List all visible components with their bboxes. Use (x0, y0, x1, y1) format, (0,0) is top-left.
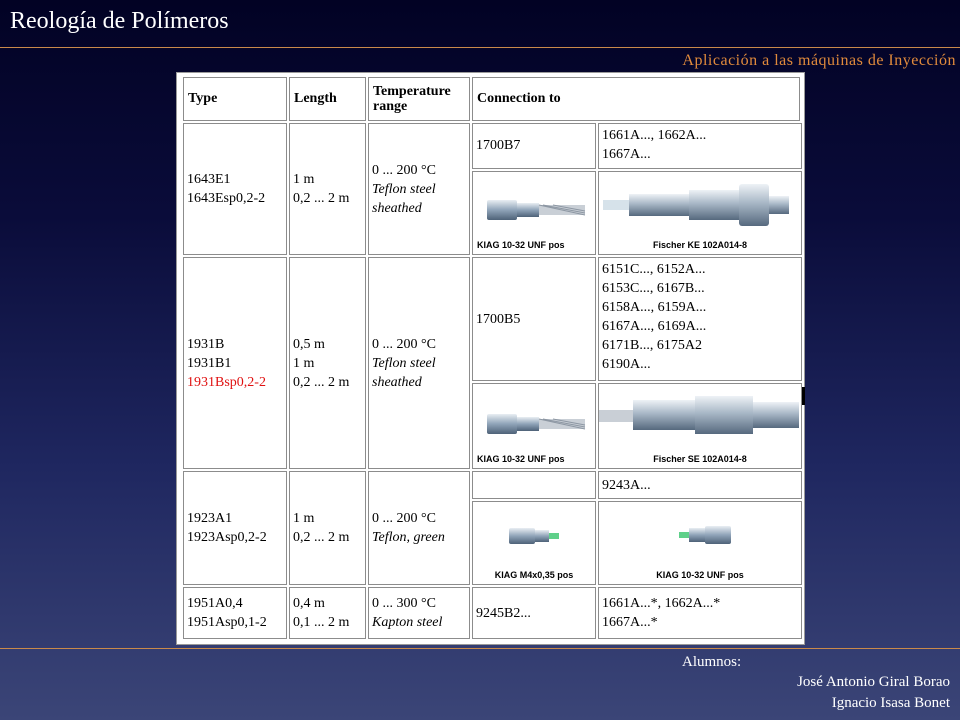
kiag-m4-connector-image (509, 528, 559, 544)
row4-conn-a-text: 9245B2... (476, 605, 531, 621)
row1-photo-fischer: Fischer KE 102A014-8 (598, 171, 802, 255)
row4-type-line: 1951Asp0,1-2 (187, 615, 267, 630)
slide-title: Reología de Polímeros (10, 8, 229, 34)
row1-temperature: 0 ... 200 °C Teflon steel sheathed (368, 123, 470, 255)
header-temperature-line2: range (373, 99, 408, 114)
row4-type-line: 1951A0,4 (187, 596, 243, 611)
row3-type-line: 1923Asp0,2-2 (187, 530, 267, 545)
row2-length-line: 0,5 m (293, 336, 325, 352)
row1-length-line: 1 m (293, 172, 315, 187)
row3-photo-a-caption: KIAG M4x0,35 pos (494, 570, 574, 580)
row3-photo-kiag-m4: KIAG M4x0,35 pos (472, 501, 596, 585)
fischer-connector-image (599, 396, 799, 434)
row4-temp-line: 0 ... 300 °C (372, 596, 436, 611)
row1-type-line: 1643E1 (187, 172, 231, 187)
row2-temperature: 0 ... 200 °C Teflon steel sheathed (368, 257, 470, 469)
row4-length: 0,4 m 0,1 ... 2 m (289, 587, 366, 639)
row1-connector-b: 1661A..., 1662A... 1667A... (598, 123, 802, 169)
row1-length-line: 0,2 ... 2 m (293, 191, 350, 206)
cable-table-image: Type Length Temperature range Connection… (176, 72, 805, 645)
row4-temperature: 0 ... 300 °C Kapton steel (368, 587, 470, 639)
row2-temp-line: sheathed (372, 374, 422, 390)
row2-photo-fischer: Fischer SE 102A014-8 (598, 383, 802, 469)
row2-connector-b: 6151C..., 6152A... 6153C..., 6167B... 61… (598, 257, 802, 381)
row1-temp-line: 0 ... 200 °C (372, 162, 436, 178)
row2-temp-line: Teflon steel (372, 355, 436, 371)
row3-connector-b: 9243A... (598, 471, 802, 499)
row2-conn-b-line: 6153C..., 6167B... (602, 281, 705, 296)
row1-photo-kiag: KIAG 10-32 UNF pos (472, 171, 596, 255)
header-temperature: Temperature range (368, 77, 470, 121)
row1-temp-line: sheathed (372, 200, 422, 216)
row2-type: 1931B 1931B1 1931Bsp0,2-2 (183, 257, 287, 469)
row3-length-line: 1 m (293, 511, 315, 526)
row2-conn-b-line: 6167A..., 6169A... (602, 319, 707, 334)
row3-photo-kiag-unf: KIAG 10-32 UNF pos (598, 501, 802, 585)
row2-conn-b-line: 6151C..., 6152A... (602, 262, 706, 277)
row3-temperature: 0 ... 200 °C Teflon, green (368, 471, 470, 585)
header-divider (0, 47, 960, 48)
row4-conn-b-line: 1661A...*, 1662A...* (602, 596, 721, 611)
row2-length-line: 1 m (293, 355, 315, 371)
row3-type-line: 1923A1 (187, 511, 233, 526)
row1-connector-a: 1700B7 (472, 123, 596, 169)
row2-conn-a-text: 1700B5 (476, 311, 521, 327)
row1-conn-b-line: 1661A..., 1662A... (602, 128, 707, 143)
row4-type: 1951A0,4 1951Asp0,1-2 (183, 587, 287, 639)
row2-type-line: 1931B (187, 336, 225, 352)
row1-type-line: 1643Esp0,2-2 (187, 191, 266, 206)
row3-temp-line: Teflon, green (372, 530, 445, 545)
row3-connector-a-empty (472, 471, 596, 499)
row1-conn-b-line: 1667A... (602, 147, 651, 162)
row2-temp-line: 0 ... 200 °C (372, 336, 436, 352)
row1-type: 1643E1 1643Esp0,2-2 (183, 123, 287, 255)
row4-temp-line: Kapton steel (372, 615, 443, 630)
row1-temp-line: Teflon steel (372, 181, 436, 197)
row3-photo-b-caption: KIAG 10-32 UNF pos (656, 570, 744, 580)
student-name-2: Ignacio Isasa Bonet (831, 695, 950, 711)
row1-photo-a-caption: KIAG 10-32 UNF pos (477, 240, 565, 250)
row2-photo-kiag: KIAG 10-32 UNF pos (472, 383, 596, 469)
row1-photo-b-caption: Fischer KE 102A014-8 (652, 240, 748, 250)
row2-conn-b-line: 6158A..., 6159A... (602, 300, 707, 315)
row2-type-line-highlight: 1931Bsp0,2-2 (187, 374, 266, 390)
footer-label: Alumnos: (682, 654, 742, 670)
kiag-connector-image (487, 200, 586, 220)
header-type: Type (183, 77, 287, 121)
edge-marker (802, 387, 805, 405)
row2-length-line: 0,2 ... 2 m (293, 374, 350, 390)
row2-connector-a: 1700B5 (472, 257, 596, 381)
header-connection: Connection to (472, 77, 800, 121)
fischer-connector-image (603, 184, 789, 226)
footer-divider (0, 648, 960, 649)
row1-length: 1 m 0,2 ... 2 m (289, 123, 366, 255)
row3-length-line: 0,2 ... 2 m (293, 530, 350, 545)
header-temperature-line1: Temperature (373, 84, 451, 99)
row4-connector-b: 1661A...*, 1662A...* 1667A...* (598, 587, 802, 639)
row4-length-line: 0,4 m (293, 596, 325, 611)
row4-length-line: 0,1 ... 2 m (293, 615, 350, 630)
row3-temp-line: 0 ... 200 °C (372, 511, 436, 526)
row2-photo-b-caption: Fischer SE 102A014-8 (653, 454, 747, 464)
kiag-unf-connector-image (679, 526, 731, 544)
row2-type-line: 1931B1 (187, 355, 232, 371)
row4-connector-a: 9245B2... (472, 587, 596, 639)
slide-subtitle: Aplicación a las máquinas de Inyección (682, 52, 956, 69)
row2-conn-b-line: 6171B..., 6175A2 (602, 338, 702, 353)
row2-length: 0,5 m 1 m 0,2 ... 2 m (289, 257, 366, 469)
student-name-1: José Antonio Giral Borao (797, 674, 950, 690)
row2-photo-a-caption: KIAG 10-32 UNF pos (477, 454, 565, 464)
row2-conn-b-line: 6190A... (602, 357, 651, 372)
row3-length: 1 m 0,2 ... 2 m (289, 471, 366, 585)
kiag-connector-image (487, 414, 586, 434)
row3-type: 1923A1 1923Asp0,2-2 (183, 471, 287, 585)
row4-conn-b-line: 1667A...* (602, 615, 658, 630)
header-length: Length (289, 77, 366, 121)
